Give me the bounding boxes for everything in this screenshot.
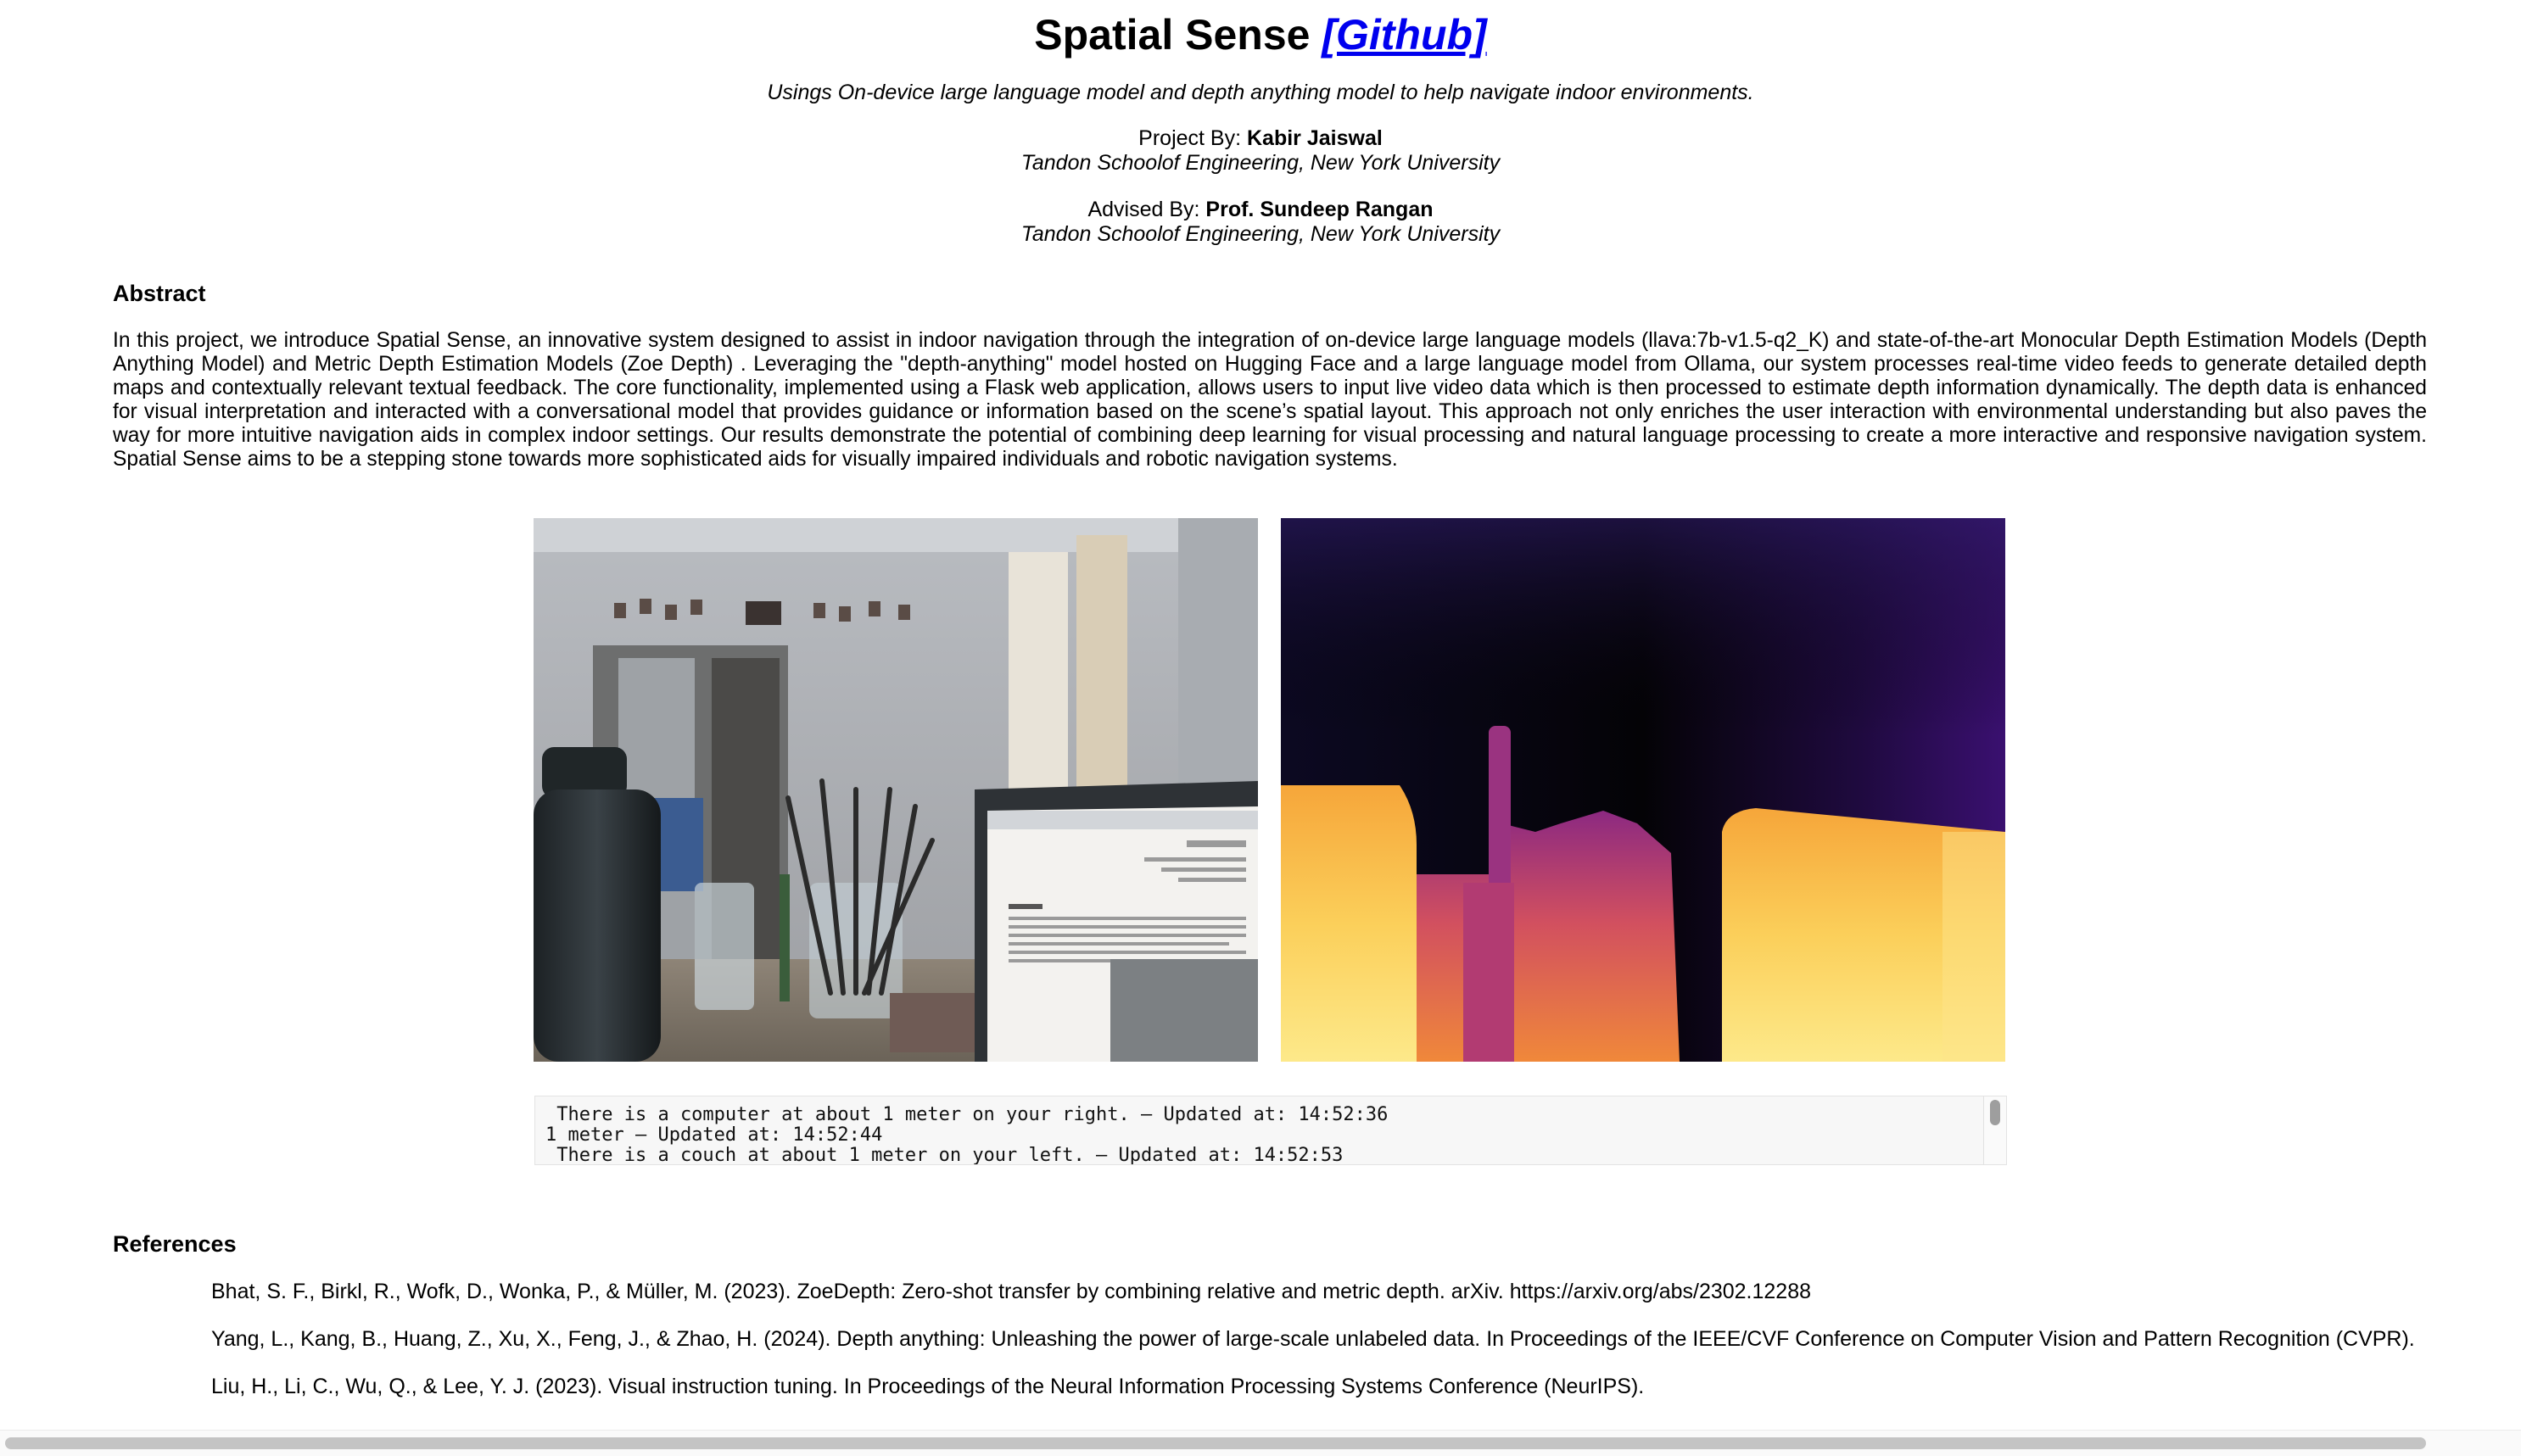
abstract-text: In this project, we introduce Spatial Se… — [113, 329, 2427, 471]
log-line: There is a couch at about 1 meter on you… — [545, 1145, 1344, 1165]
reference-item: Yang, L., Kang, B., Huang, Z., Xu, X., F… — [211, 1327, 2415, 1351]
advisor-label: Advised By: — [1087, 198, 1206, 221]
project-credit: Project By: Kabir Jaiswal Tandon Schoolo… — [0, 126, 2521, 176]
project-author: Kabir Jaiswal — [1247, 126, 1383, 150]
page: Spatial Sense [Github] Usings On-device … — [0, 0, 2521, 1456]
reference-item: Bhat, S. F., Birkl, R., Wofk, D., Wonka,… — [211, 1280, 1812, 1303]
project-label: Project By: — [1138, 126, 1247, 150]
depth-map-render — [1281, 518, 2005, 1062]
log-lines: There is a computer at about 1 meter on … — [545, 1105, 1970, 1165]
horizontal-scrollbar-thumb[interactable] — [5, 1437, 2426, 1449]
abstract-heading: Abstract — [113, 281, 206, 306]
advisor-credit: Advised By: Prof. Sundeep Rangan Tandon … — [0, 198, 2521, 247]
log-scrollbar[interactable] — [1983, 1096, 2006, 1164]
references-heading: References — [113, 1231, 237, 1257]
page-title: Spatial Sense [Github] — [0, 8, 2521, 61]
log-scrollbar-thumb[interactable] — [1990, 1100, 2000, 1125]
navigation-log[interactable]: There is a computer at about 1 meter on … — [534, 1096, 2007, 1165]
title-text: Spatial Sense — [1034, 11, 1311, 59]
advisor-name: Prof. Sundeep Rangan — [1205, 198, 1434, 221]
project-institution: Tandon Schoolof Engineering, New York Un… — [1020, 151, 1501, 175]
log-line: There is a computer at about 1 meter on … — [545, 1104, 1389, 1125]
github-link[interactable]: [Github] — [1322, 11, 1486, 59]
camera-frame-image — [534, 518, 1258, 1062]
camera-scene — [534, 518, 1258, 1062]
advisor-institution: Tandon Schoolof Engineering, New York Un… — [1020, 222, 1501, 246]
log-line: 1 meter – Updated at: 14:52:44 — [545, 1124, 883, 1146]
depth-map-image — [1281, 518, 2005, 1062]
reference-item: Liu, H., Li, C., Wu, Q., & Lee, Y. J. (2… — [211, 1375, 1645, 1398]
horizontal-scrollbar[interactable] — [0, 1430, 2521, 1456]
subtitle: Usings On-device large language model an… — [767, 81, 1754, 104]
